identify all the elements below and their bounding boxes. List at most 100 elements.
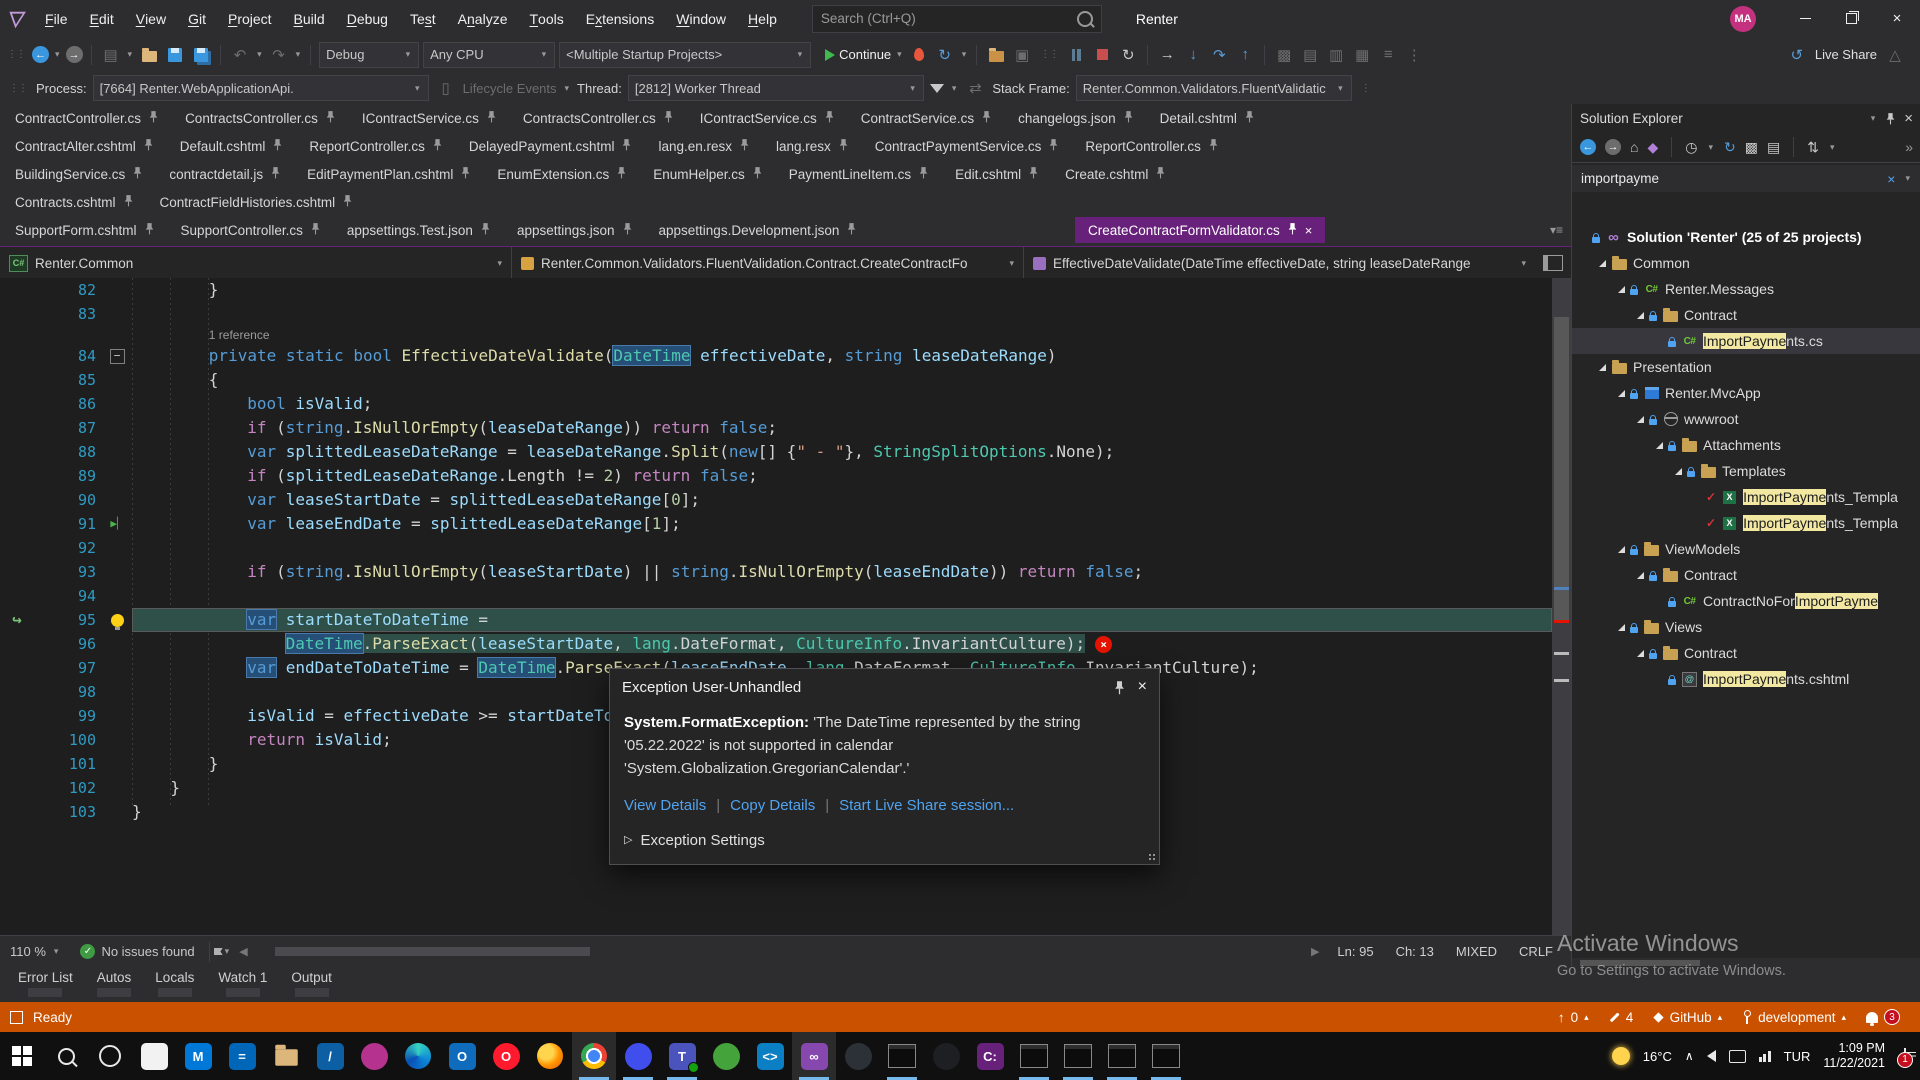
panel-tab-output[interactable]: Output [281, 966, 342, 999]
debugbar-grip-2[interactable]: ⋮ [1358, 83, 1373, 94]
taskbar-edge-icon[interactable] [396, 1032, 440, 1080]
weather-icon[interactable] [1612, 1047, 1630, 1065]
save-icon[interactable] [164, 43, 186, 67]
document-tab[interactable]: appsettings.json [504, 217, 646, 243]
line-number[interactable]: 95 [34, 608, 102, 632]
tree-item[interactable]: Contract [1572, 302, 1920, 328]
close-button[interactable]: × [1874, 0, 1920, 37]
gutter-margin[interactable] [0, 416, 34, 440]
project-crumb-dropdown[interactable]: C# Renter.Common ▾ [0, 247, 512, 279]
gutter-margin[interactable] [0, 536, 34, 560]
line-number[interactable]: 88 [34, 440, 102, 464]
notifications-button[interactable]: 3 [1866, 1009, 1900, 1025]
code-text[interactable]: var leaseEndDate = splittedLeaseDateRang… [132, 512, 1552, 536]
tree-item[interactable]: Views [1572, 614, 1920, 640]
scrollbar-thumb[interactable] [275, 947, 590, 956]
fold-margin[interactable] [102, 278, 132, 302]
fold-margin[interactable]: − [102, 344, 132, 368]
taskbar-console-window-3-icon[interactable] [1100, 1032, 1144, 1080]
code-text[interactable]: var splittedLeaseDateRange = leaseDateRa… [132, 440, 1552, 464]
error-icon[interactable]: × [1095, 636, 1112, 653]
pin-icon[interactable] [1244, 110, 1255, 126]
tree-item[interactable]: @ImportPayments.cshtml [1572, 666, 1920, 692]
tree-item[interactable]: ✓XImportPayments_Templa [1572, 510, 1920, 536]
show-next-statement-icon[interactable]: → [1156, 43, 1178, 67]
pin-icon[interactable] [739, 138, 750, 154]
process-dropdown[interactable]: [7664] Renter.WebApplicationApi.▾ [93, 75, 429, 101]
tree-item[interactable]: C#ContractNoForImportPayme [1572, 588, 1920, 614]
code-line-96[interactable]: 96DateTime.ParseExact(leaseStartDate, la… [0, 632, 1552, 656]
taskbar-start-icon[interactable] [0, 1032, 44, 1080]
live-share-icon[interactable]: ↺ [1786, 43, 1808, 67]
expander-icon[interactable] [1599, 260, 1606, 267]
line-number[interactable]: 91 [34, 512, 102, 536]
user-avatar[interactable]: MA [1730, 6, 1756, 32]
line-number[interactable]: 101 [34, 752, 102, 776]
pin-icon[interactable] [1048, 138, 1059, 154]
line-number[interactable]: 87 [34, 416, 102, 440]
fold-margin[interactable] [102, 584, 132, 608]
line-number[interactable]: 82 [34, 278, 102, 302]
panel-tab-error-list[interactable]: Error List [8, 966, 83, 999]
document-health-indicator[interactable]: ✓ No issues found [70, 944, 204, 959]
pin-icon[interactable] [1208, 138, 1219, 154]
document-tab[interactable]: appsettings.Test.json [334, 217, 504, 243]
document-tab[interactable]: IContractService.cs [349, 105, 510, 131]
pin-icon[interactable] [310, 222, 321, 238]
document-tab[interactable]: ContractService.cs [848, 105, 1005, 131]
copy-details-link[interactable]: Copy Details [730, 794, 815, 817]
pin-icon[interactable] [1885, 112, 1896, 125]
code-line-95[interactable]: ↪95var startDateToDateTime = [0, 608, 1552, 632]
pin-icon[interactable] [1287, 222, 1298, 238]
codelens-text[interactable]: 1 reference [132, 326, 1552, 344]
code-line-84[interactable]: 84−private static bool EffectiveDateVali… [0, 344, 1552, 368]
menu-window[interactable]: Window [665, 0, 737, 37]
tree-item[interactable]: C#ImportPayments.cs [1572, 328, 1920, 354]
tree-item[interactable]: wwwroot [1572, 406, 1920, 432]
se-back-icon[interactable]: ← [1580, 139, 1596, 155]
gutter-margin[interactable] [0, 776, 34, 800]
code-line-82[interactable]: 82} [0, 278, 1552, 302]
navigate-forward-icon[interactable]: → [66, 46, 83, 63]
pin-icon[interactable] [846, 222, 857, 238]
code-text[interactable] [132, 584, 1552, 608]
code-text[interactable]: if (splittedLeaseDateRange.Length != 2) … [132, 464, 1552, 488]
solution-search-input[interactable]: importpayme × ▾ [1572, 165, 1920, 192]
se-show-all-files-icon[interactable]: ▤ [1767, 139, 1780, 156]
zoom-control-dropdown[interactable]: 110 %▾ [0, 944, 70, 959]
stop-icon[interactable] [1091, 43, 1113, 67]
filter-threads-icon[interactable] [930, 84, 944, 93]
se-refresh-icon[interactable]: ↻ [1724, 139, 1736, 156]
document-tab[interactable]: ContractsController.cs [172, 105, 349, 131]
pin-icon[interactable] [144, 222, 155, 238]
code-text[interactable]: var startDateToDateTime = [132, 608, 1552, 632]
expander-icon[interactable] [1618, 286, 1625, 293]
taskbar-console-window-4-icon[interactable] [1144, 1032, 1188, 1080]
pin-icon[interactable] [272, 138, 283, 154]
pin-icon[interactable] [1155, 166, 1166, 182]
save-all-icon[interactable] [190, 43, 212, 67]
expander-icon[interactable] [1618, 390, 1625, 397]
menu-analyze[interactable]: Analyze [447, 0, 519, 37]
code-line-87[interactable]: 87if (string.IsNullOrEmpty(leaseDateRang… [0, 416, 1552, 440]
pin-icon[interactable] [325, 110, 336, 126]
fold-margin[interactable] [102, 752, 132, 776]
se-pending-changes-filter-icon[interactable]: ◷ [1685, 139, 1697, 156]
clear-search-icon[interactable]: × [1887, 171, 1895, 187]
line-number[interactable]: 93 [34, 560, 102, 584]
pin-icon[interactable] [342, 194, 353, 210]
tree-item[interactable]: Contract [1572, 640, 1920, 666]
open-folder-icon[interactable] [138, 43, 160, 67]
document-tab[interactable]: contractdetail.js [156, 161, 294, 187]
split-window-icon[interactable] [1543, 255, 1563, 271]
document-tab[interactable]: CreateContractFormValidator.cs× [1075, 217, 1325, 243]
document-tab[interactable]: lang.en.resx [645, 133, 763, 159]
document-tab[interactable]: ContractsController.cs [510, 105, 687, 131]
language-indicator[interactable]: TUR [1784, 1049, 1811, 1064]
step-into-icon[interactable]: ↓ [1182, 43, 1204, 67]
branch-button[interactable]: development ▴ [1742, 1010, 1846, 1025]
taskbar-dev-console-icon[interactable]: C: [968, 1032, 1012, 1080]
menu-test[interactable]: Test [399, 0, 447, 37]
continue-button[interactable]: Continue [839, 47, 891, 62]
pin-icon[interactable] [132, 166, 143, 182]
